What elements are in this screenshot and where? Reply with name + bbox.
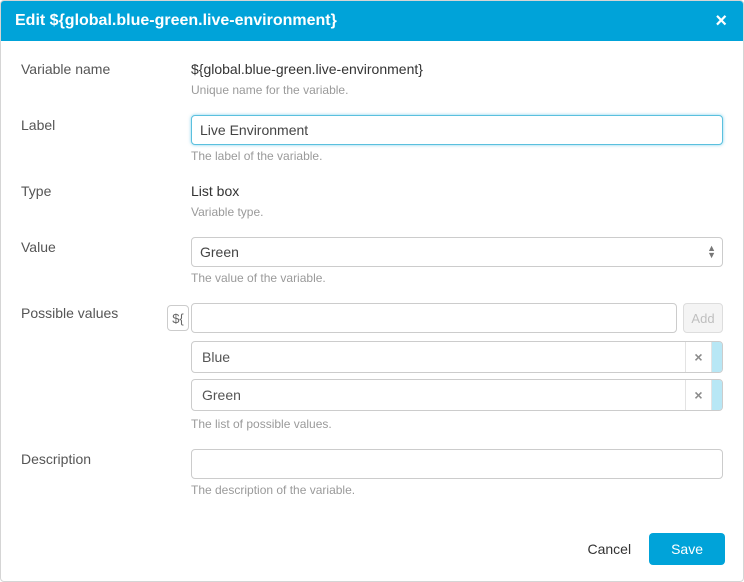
- hint-label: The label of the variable.: [191, 149, 723, 163]
- variable-token-button[interactable]: ${: [167, 305, 189, 331]
- label-description: Description: [21, 449, 191, 467]
- possible-value-input[interactable]: [191, 303, 677, 333]
- row-possible-values: Possible values ${ Add Blue × Green: [21, 303, 723, 431]
- dialog-body: Variable name ${global.blue-green.live-e…: [1, 41, 743, 523]
- dialog-title: Edit ${global.blue-green.live-environmen…: [15, 12, 337, 30]
- dialog-header: Edit ${global.blue-green.live-environmen…: [1, 1, 743, 41]
- possible-value-label: Green: [192, 387, 251, 403]
- value-type: List box: [191, 181, 723, 201]
- close-icon[interactable]: ×: [713, 11, 729, 31]
- add-button[interactable]: Add: [683, 303, 723, 333]
- edit-variable-dialog: Edit ${global.blue-green.live-environmen…: [0, 0, 744, 582]
- save-button[interactable]: Save: [649, 533, 725, 565]
- label-value: Value: [21, 237, 191, 255]
- row-variable-name: Variable name ${global.blue-green.live-e…: [21, 59, 723, 97]
- hint-variable-name: Unique name for the variable.: [191, 83, 723, 97]
- possible-value-label: Blue: [192, 349, 240, 365]
- value-select[interactable]: Green ▲▼: [191, 237, 723, 267]
- label-possible-values: Possible values: [21, 303, 191, 321]
- possible-value-item: Green ×: [191, 379, 723, 411]
- row-description: Description The description of the varia…: [21, 449, 723, 497]
- label-type: Type: [21, 181, 191, 199]
- value-variable-name: ${global.blue-green.live-environment}: [191, 59, 723, 79]
- hint-type: Variable type.: [191, 205, 723, 219]
- hint-value: The value of the variable.: [191, 271, 723, 285]
- cancel-button[interactable]: Cancel: [587, 541, 631, 557]
- possible-value-item: Blue ×: [191, 341, 723, 373]
- dialog-footer: Cancel Save: [1, 523, 743, 581]
- row-value: Value Green ▲▼ The value of the variable…: [21, 237, 723, 285]
- hint-possible-values: The list of possible values.: [191, 417, 723, 431]
- description-input[interactable]: [191, 449, 723, 479]
- row-type: Type List box Variable type.: [21, 181, 723, 219]
- label-variable-name: Variable name: [21, 59, 191, 77]
- value-select-text: Green: [200, 244, 239, 260]
- remove-icon[interactable]: ×: [686, 342, 712, 372]
- hint-description: The description of the variable.: [191, 483, 723, 497]
- drag-handle[interactable]: [712, 342, 722, 372]
- drag-handle[interactable]: [712, 380, 722, 410]
- label-label: Label: [21, 115, 191, 133]
- label-input[interactable]: [191, 115, 723, 145]
- select-arrows-icon: ▲▼: [707, 245, 716, 259]
- remove-icon[interactable]: ×: [686, 380, 712, 410]
- row-label: Label The label of the variable.: [21, 115, 723, 163]
